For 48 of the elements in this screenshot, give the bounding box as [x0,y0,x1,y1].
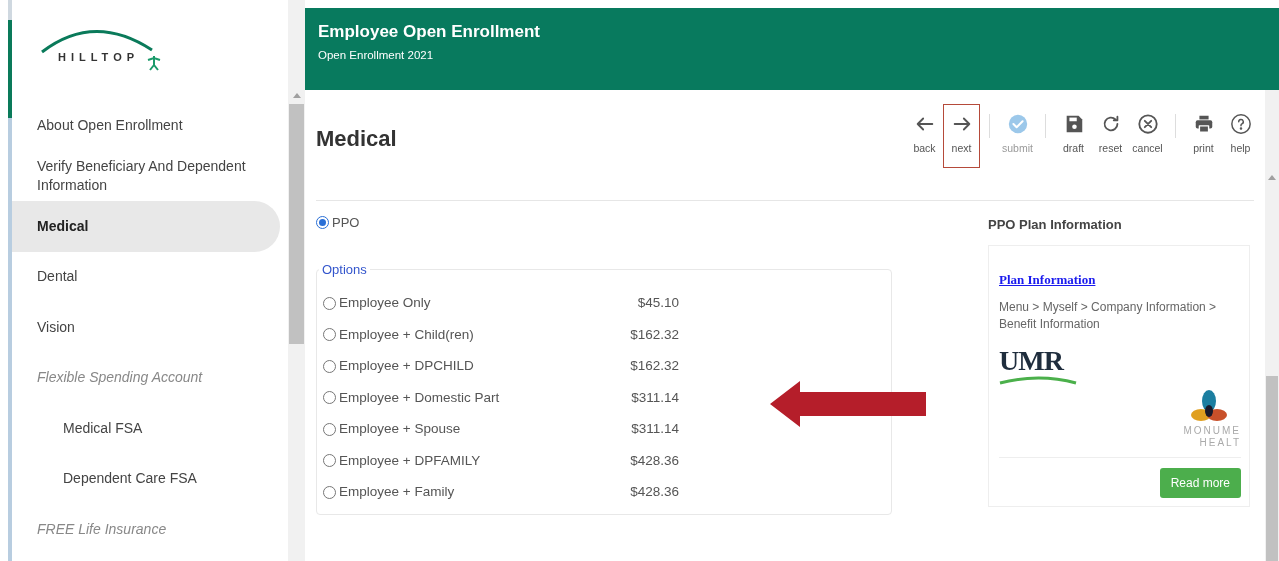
toolbar-button[interactable]: print [1185,104,1222,168]
swoosh-icon [999,375,1077,385]
option-label: Employee + Spouse [339,420,462,439]
option-label: Employee + Child(ren) [339,325,475,344]
scrollbar-thumb[interactable] [1266,376,1278,561]
toolbar-button[interactable]: next [943,104,980,168]
option-price: $162.32 [629,357,679,376]
option-price: $311.14 [630,420,679,439]
option-price: $428.36 [629,451,679,470]
sidebar-item[interactable]: Flexible Spending Account [12,352,280,403]
option-price: $45.10 [636,294,679,313]
sidebar-item[interactable]: Vision [12,302,280,353]
option-label: Employee + DPCHILD [339,357,475,376]
help-icon [1229,113,1252,135]
close-circle-icon [1136,113,1159,135]
option-label: Employee + Domestic Part [339,388,501,407]
toolbar-button[interactable]: reset [1092,104,1129,168]
page-title: Medical [316,125,397,153]
plan-info-link[interactable]: Plan Information [999,269,1241,289]
sidebar-item[interactable]: FREE Life Insurance [12,504,280,555]
check-circle-icon [1006,113,1029,135]
option-price: $428.36 [629,483,679,502]
logo-text: HILLTOP [58,49,140,65]
logo-text: HEALT [1199,437,1241,449]
option-label: Employee + Family [339,483,456,502]
sidebar-item[interactable]: About Open Enrollment [12,100,280,151]
toolbar-button[interactable]: cancel [1129,104,1166,168]
option-price: $162.32 [629,325,679,344]
option-label: Employee + DPFAMILY [339,451,482,470]
logo-text: MONUME [1183,425,1241,437]
scrollbar-thumb[interactable] [289,104,304,344]
option-price: $311.14 [630,388,679,407]
toolbar-button[interactable]: help [1222,104,1259,168]
sidebar-item[interactable]: Medical FSA [12,403,280,454]
header-subtitle: Open Enrollment 2021 [318,47,435,63]
sidebar-item[interactable]: Verify Beneficiary And Dependent Information [12,150,280,201]
panel-title: PPO Plan Information [988,216,1123,234]
header-title: Employee Open Enrollment [318,21,541,43]
toolbar-button[interactable]: draft [1055,104,1092,168]
umr-logo-text: UMR [999,347,1065,375]
plan-radio[interactable]: PPO [316,213,988,233]
sidebar-item[interactable]: Dental [12,251,280,302]
toolbar-button[interactable]: back [906,104,943,168]
menu-path: Menu > Myself > Company Information > Benefit Information [999,299,1218,333]
sidebar-item[interactable]: Dependent Care FSA [12,453,280,504]
sidebar-item[interactable]: Medical [12,201,280,252]
plan-label: PPO [332,214,360,232]
option-label: Employee Only [339,294,432,313]
